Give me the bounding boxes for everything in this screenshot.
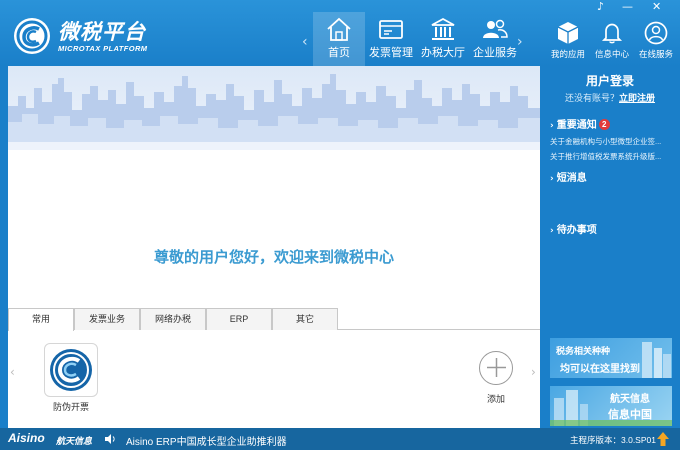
nav-item-tax-hall[interactable]: 办税大厅: [417, 12, 469, 66]
todo-section-header[interactable]: › 待办事项: [550, 221, 597, 236]
todo-head-label: 待办事项: [556, 225, 597, 236]
ad1-line1: 税务相关种种: [556, 346, 611, 356]
chevron-right-icon: ›: [550, 226, 554, 236]
aisino-logo: Aisino: [8, 431, 45, 445]
ad2-line1: 航天信息: [610, 394, 650, 405]
category-tabs: 常用 发票业务 网络办税 ERP 其它: [8, 308, 540, 331]
nav-prev-arrow-icon[interactable]: ‹: [302, 34, 308, 50]
online-service-icon: [644, 21, 668, 45]
tax-hall-icon: [431, 17, 455, 40]
app-name-cn: 微税平台: [58, 20, 146, 44]
ad1-line2: 均可以在这里找到: [560, 364, 640, 375]
footer-bar: Aisino 航天信息 Aisino ERP中国成长型企业助推利器 主程序版本：…: [0, 428, 680, 450]
tab-erp[interactable]: ERP: [206, 308, 272, 330]
main-content: 尊敬的用户您好，欢迎来到微税中心 常用 发票业务 网络办税 ERP 其它 ‹ 防…: [8, 66, 540, 428]
sms-section-header[interactable]: › 短消息: [550, 169, 587, 184]
main-nav: 首页 发票管理 办税大厅 企业服务: [313, 12, 521, 66]
no-account-text: 还没有账号？: [564, 93, 619, 103]
tab-other[interactable]: 其它: [272, 308, 338, 330]
login-title[interactable]: 用户登录: [544, 72, 676, 89]
my-apps-label: 我的应用: [550, 49, 585, 59]
aisino-logo-cn: 航天信息: [56, 436, 93, 446]
skyline-image: [8, 74, 540, 150]
app-tile-label: 防伪开票: [52, 402, 89, 412]
info-center-label: 信息中心: [594, 49, 629, 59]
tab-invoice-business[interactable]: 发票业务: [74, 308, 140, 330]
nav-item-enterprise[interactable]: 企业服务: [469, 12, 521, 66]
add-app-label: 添加: [486, 394, 505, 404]
app-tile-anti-counterfeit-invoice[interactable]: 防伪开票: [44, 343, 98, 413]
apps-prev-arrow-icon[interactable]: ‹: [10, 365, 15, 379]
version-text: 主程序版本：3.0.SP01: [570, 435, 656, 445]
login-prompt: 还没有账号？立即注册: [544, 91, 676, 104]
tab-online-tax[interactable]: 网络办税: [140, 308, 206, 330]
sms-head-label: 短消息: [556, 173, 587, 184]
notice-head-label: 重要通知: [556, 120, 597, 131]
nav-item-label: 企业服务: [473, 47, 517, 59]
notice-item[interactable]: 关于金融机构与小型微型企业签...: [550, 136, 674, 147]
invoice-icon: [379, 20, 403, 39]
ad2-line2: 信息中国: [608, 409, 652, 421]
home-icon: [327, 17, 351, 41]
notice-item[interactable]: 关于推行增值税发票系统升级版...: [550, 151, 674, 162]
nav-item-label: 发票管理: [369, 47, 413, 59]
tab-common[interactable]: 常用: [8, 308, 74, 331]
my-apps-button[interactable]: 我的应用: [546, 20, 590, 60]
notice-count-badge: 2: [598, 119, 610, 130]
enterprise-icon: [483, 19, 508, 38]
anti-counterfeit-invoice-icon: [44, 343, 98, 397]
skin-button[interactable]: ♪: [597, 0, 604, 13]
aisino-ad-banner[interactable]: 航天信息 信息中国: [550, 386, 672, 426]
info-center-button[interactable]: 信息中心: [590, 20, 634, 60]
news-ticker[interactable]: Aisino ERP中国成长型企业助推利器: [126, 433, 287, 448]
chevron-right-icon: ›: [550, 121, 554, 131]
tax-info-ad-banner[interactable]: 税务相关种种 均可以在这里找到: [550, 338, 672, 378]
upgrade-arrow-icon[interactable]: [656, 431, 670, 447]
online-service-button[interactable]: 在线服务: [634, 20, 678, 60]
close-button[interactable]: ✕: [652, 0, 661, 13]
speaker-icon: [105, 434, 115, 444]
bell-icon: [601, 23, 623, 44]
nav-item-home[interactable]: 首页: [313, 12, 365, 66]
top-icon-bar: 我的应用 信息中心 在线服务: [546, 20, 678, 60]
app-grid: ‹ 防伪开票 添加 ›: [8, 331, 540, 428]
microtax-logo-icon: [14, 18, 50, 54]
nav-item-invoice[interactable]: 发票管理: [365, 12, 417, 66]
nav-next-arrow-icon[interactable]: ›: [517, 34, 523, 50]
my-apps-icon: [557, 22, 579, 44]
online-service-label: 在线服务: [638, 49, 673, 59]
header: 微税平台 MICROTAX PLATFORM ‹ 首页 发票管理 办税大厅 企业…: [0, 0, 680, 66]
city-skyline-banner: [8, 66, 540, 150]
plus-icon: [479, 351, 513, 385]
minimize-button[interactable]: —: [622, 0, 633, 13]
notice-section-header[interactable]: › 重要通知 2: [550, 116, 610, 131]
chevron-right-icon: ›: [550, 174, 554, 184]
register-link[interactable]: 立即注册: [619, 93, 655, 103]
right-panel: 用户登录 还没有账号？立即注册 › 重要通知 2 关于金融机构与小型微型企业签...…: [544, 66, 676, 428]
nav-item-label: 办税大厅: [421, 47, 465, 59]
nav-item-label: 首页: [328, 47, 350, 59]
apps-next-arrow-icon[interactable]: ›: [531, 365, 536, 379]
add-app-button[interactable]: 添加: [478, 351, 514, 405]
welcome-message: 尊敬的用户您好，欢迎来到微税中心: [153, 248, 394, 266]
app-name-en: MICROTAX PLATFORM: [58, 44, 148, 53]
